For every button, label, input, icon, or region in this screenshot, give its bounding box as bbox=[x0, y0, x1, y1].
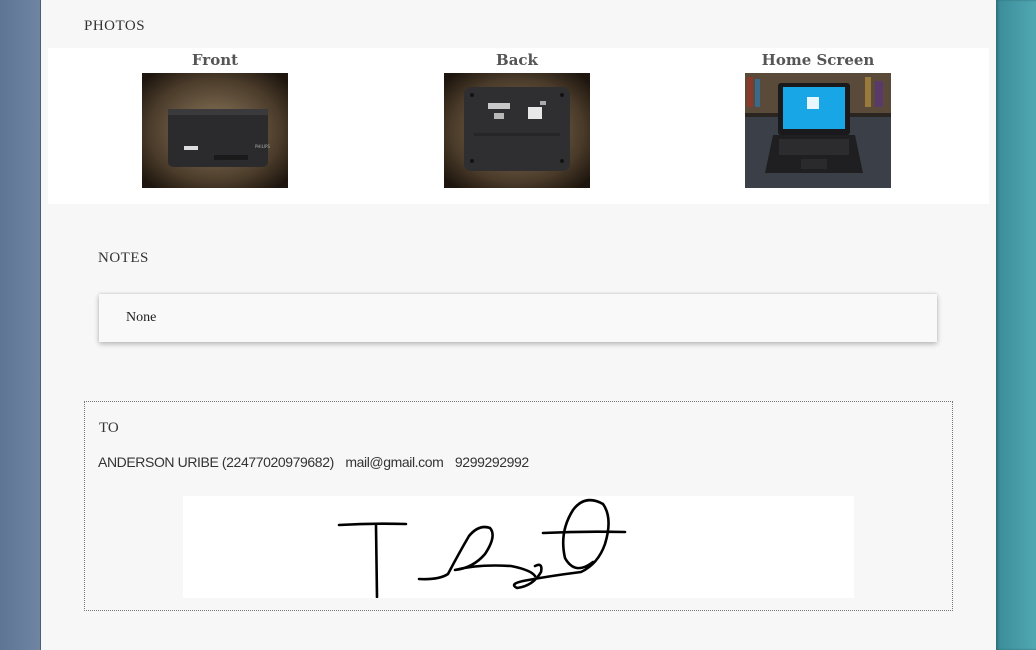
photo-home-screen: Home Screen bbox=[688, 48, 948, 188]
laptop-back-photo[interactable] bbox=[444, 73, 590, 188]
recipient-box: TO ANDERSON URIBE (22477020979682) mail@… bbox=[84, 401, 953, 611]
to-heading: TO bbox=[99, 420, 119, 436]
right-background-edge bbox=[996, 0, 1036, 650]
photo-caption-front: Front bbox=[191, 51, 239, 69]
document-sheet: PHOTOS Front PHILIPS Back Home Screen NO… bbox=[41, 0, 996, 650]
notes-text: None bbox=[126, 310, 157, 325]
notes-card: None bbox=[99, 294, 937, 342]
recipient-phone: 9299292992 bbox=[454, 454, 529, 470]
recipient-details: ANDERSON URIBE (22477020979682) mail@gma… bbox=[98, 454, 537, 470]
recipient-name: ANDERSON URIBE (22477020979682) bbox=[98, 454, 334, 470]
photo-back: Back bbox=[387, 48, 647, 188]
laptop-home-screen-photo[interactable] bbox=[745, 73, 891, 188]
svg-text:PHILIPS: PHILIPS bbox=[255, 144, 270, 149]
recipient-email: mail@gmail.com bbox=[345, 454, 444, 470]
photos-heading: PHOTOS bbox=[84, 18, 146, 34]
photo-front: Front PHILIPS bbox=[85, 48, 345, 188]
photos-row: Front PHILIPS Back Home Screen bbox=[48, 48, 989, 204]
notes-heading: NOTES bbox=[98, 250, 149, 266]
photo-caption-home-screen: Home Screen bbox=[761, 51, 875, 69]
signature-pad bbox=[183, 496, 854, 598]
signature-drawing bbox=[337, 498, 627, 598]
left-background-edge bbox=[0, 0, 41, 650]
photo-caption-back: Back bbox=[496, 51, 538, 69]
laptop-front-photo[interactable]: PHILIPS bbox=[142, 73, 288, 188]
